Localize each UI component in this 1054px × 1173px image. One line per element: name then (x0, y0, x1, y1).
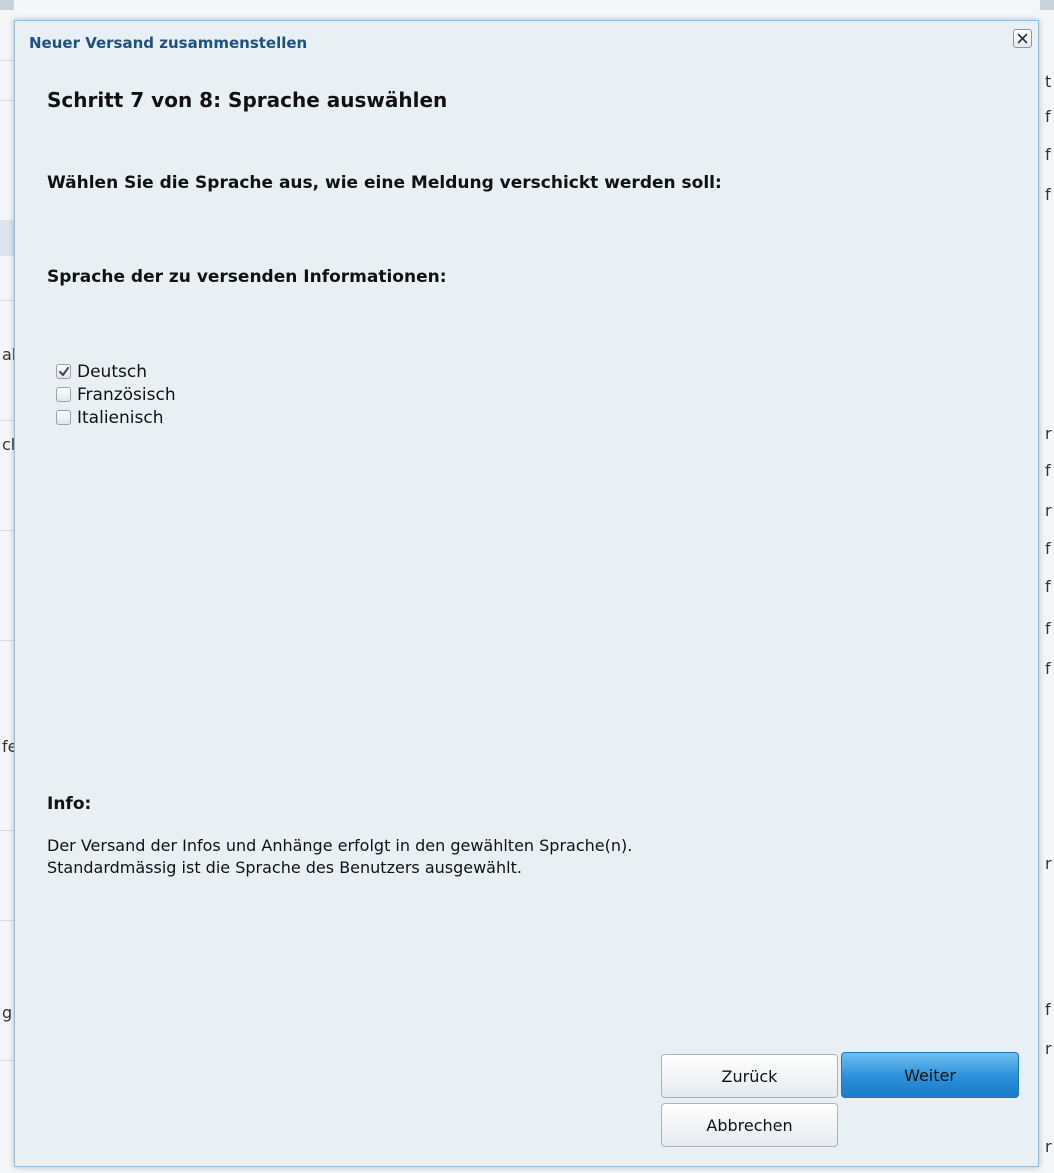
background-right-strip: t f f f r f r f f f f r f r r (1040, 0, 1054, 1173)
checkmark-icon (59, 367, 69, 376)
checkbox-italienisch[interactable] (56, 410, 71, 425)
dialog-titlebar[interactable]: Neuer Versand zusammenstellen (15, 21, 1038, 65)
language-label: Französisch (77, 384, 176, 405)
background-text: t (1045, 72, 1052, 91)
language-label: Italienisch (77, 407, 164, 428)
checkbox-franzoesisch[interactable] (56, 387, 71, 402)
background-text: f (1045, 659, 1051, 678)
background-text: f (1045, 461, 1051, 480)
dialog-title: Neuer Versand zusammenstellen (29, 34, 308, 52)
background-text: f (1045, 619, 1051, 638)
close-icon (1017, 33, 1028, 44)
background-text: r (1045, 1039, 1052, 1058)
step-title: Schritt 7 von 8: Sprache auswählen (47, 88, 448, 112)
close-button[interactable] (1013, 29, 1032, 48)
cancel-button[interactable]: Abbrechen (661, 1103, 838, 1147)
background-text: f (1045, 145, 1051, 164)
background-text: f (1045, 107, 1051, 126)
language-label: Deutsch (77, 361, 147, 382)
language-prompt: Wählen Sie die Sprache aus, wie eine Mel… (47, 173, 722, 193)
language-section-label: Sprache der zu versenden Informationen: (47, 267, 447, 287)
next-button[interactable]: Weiter (841, 1052, 1019, 1098)
info-text: Der Versand der Infos und Anhänge erfolg… (47, 835, 632, 879)
background-text: r (1045, 854, 1052, 873)
background-text: f (1045, 539, 1051, 558)
background-text: r (1045, 501, 1052, 520)
language-checkbox-list: Deutsch Französisch Italienisch (56, 360, 176, 429)
background-text: f (1045, 577, 1051, 596)
background-text: g (2, 1003, 13, 1022)
language-option-deutsch[interactable]: Deutsch (56, 360, 176, 383)
language-option-franzoesisch[interactable]: Französisch (56, 383, 176, 406)
checkbox-deutsch[interactable] (56, 364, 71, 379)
language-option-italienisch[interactable]: Italienisch (56, 406, 176, 429)
info-heading: Info: (47, 794, 92, 814)
background-text: r (1045, 424, 1052, 443)
background-text: r (1045, 1137, 1052, 1156)
dialog-neuer-versand: Neuer Versand zusammenstellen Schritt 7 … (14, 20, 1039, 1167)
back-button[interactable]: Zurück (661, 1054, 838, 1098)
background-text: f (1045, 185, 1051, 204)
background-left-strip: al cl fe g (0, 0, 17, 1173)
background-text: f (1045, 1000, 1051, 1019)
info-line: Standardmässig ist die Sprache des Benut… (47, 858, 522, 877)
info-line: Der Versand der Infos und Anhänge erfolg… (47, 836, 633, 855)
